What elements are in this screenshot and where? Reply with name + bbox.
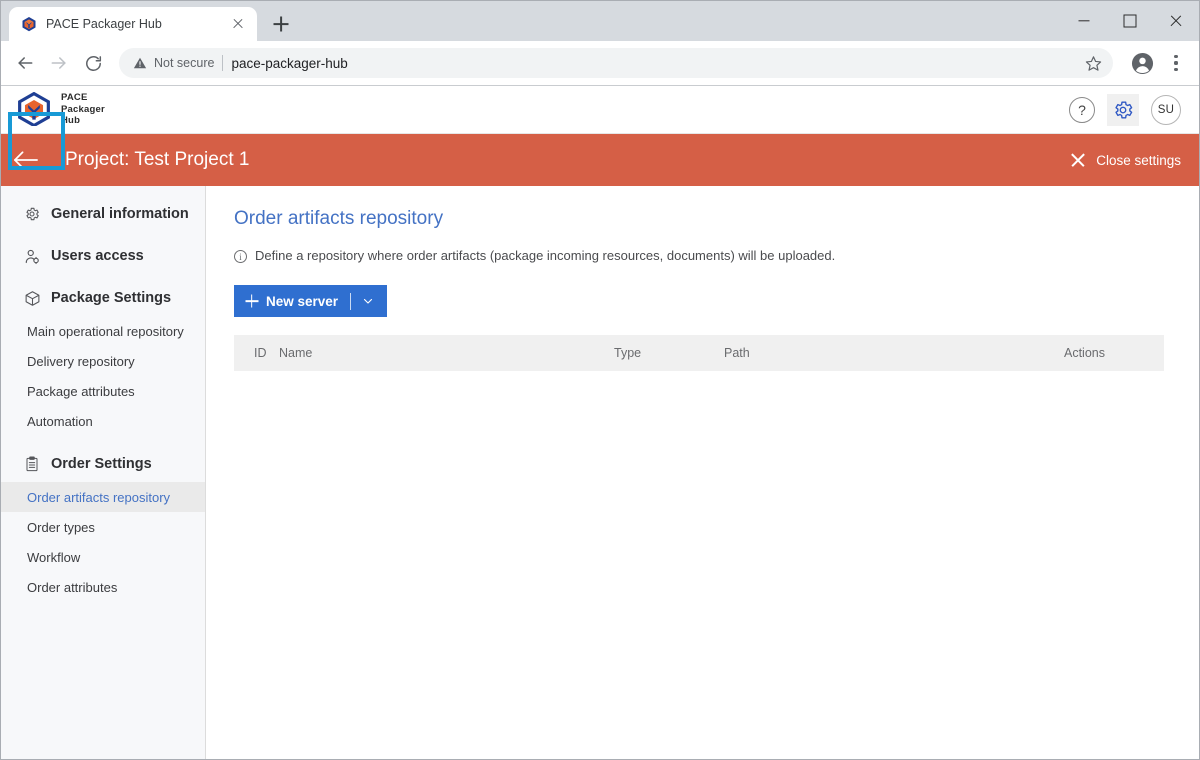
sidebar-group-label: Package Settings	[51, 290, 172, 306]
brand-line-2: Packager	[61, 103, 105, 115]
project-bar: Project: Test Project 1 Close settings	[1, 112, 1199, 186]
close-icon	[1070, 153, 1085, 168]
star-icon[interactable]	[1079, 49, 1107, 77]
security-status[interactable]: Not secure	[133, 56, 214, 70]
omnibox-divider	[222, 55, 224, 71]
clipboard-icon	[23, 455, 41, 473]
sidebar-item-label: Workflow	[27, 549, 81, 565]
plus-icon	[245, 295, 258, 308]
account-circle-icon[interactable]	[1127, 48, 1157, 78]
table-header-row: ID Name Type Path Actions	[234, 335, 1164, 371]
close-settings-button[interactable]: Close settings	[1070, 153, 1181, 168]
sidebar-item-label: Order attributes	[27, 579, 118, 595]
sidebar-group-label: Users access	[51, 248, 144, 264]
sidebar-item-users-access[interactable]: Users access	[1, 238, 205, 274]
warning-triangle-icon	[133, 56, 147, 70]
package-cube-icon	[23, 289, 41, 307]
sidebar-item-label: Order artifacts repository	[27, 489, 171, 505]
avatar[interactable]: SU	[1151, 94, 1181, 125]
back-to-project-button[interactable]	[1, 134, 49, 186]
sidebar-item-label: Order types	[27, 519, 95, 535]
new-tab-button[interactable]	[267, 10, 295, 38]
browser-reload-icon[interactable]	[77, 47, 109, 79]
new-server-label: New server	[266, 293, 339, 309]
servers-table: ID Name Type Path Actions	[234, 335, 1164, 372]
sidebar-item-workflow[interactable]: Workflow	[1, 542, 205, 572]
omnibox-actions	[1079, 49, 1107, 77]
brand-line-1: PACE	[61, 92, 88, 104]
brand-text: PACE Packager Hub	[61, 92, 105, 127]
minimize-icon[interactable]	[1061, 1, 1107, 41]
column-header-path: Path	[724, 346, 750, 360]
pace-cube-favicon-icon	[21, 16, 37, 32]
window-controls	[1061, 1, 1199, 41]
help-label: ?	[1078, 101, 1086, 118]
sidebar-group-label: Order Settings	[51, 456, 152, 472]
address-bar[interactable]: Not secure pace-packager-hub	[119, 48, 1113, 78]
main-content: Order artifacts repository i Define a re…	[206, 186, 1199, 759]
tab-title: PACE Packager Hub	[46, 17, 162, 31]
sidebar-item-order-types[interactable]: Order types	[1, 512, 205, 542]
browser-forward-icon[interactable]	[43, 47, 75, 79]
app-brand[interactable]: PACE Packager Hub	[17, 92, 105, 128]
content-title: Order artifacts repository	[234, 208, 444, 229]
close-settings-label: Close settings	[1096, 152, 1181, 168]
sidebar-item-label: Main operational repository	[27, 323, 184, 339]
sidebar-item-package-attributes[interactable]: Package attributes	[1, 376, 205, 406]
security-label: Not secure	[154, 56, 215, 70]
three-dot-menu-icon[interactable]	[1163, 48, 1189, 78]
settings-sidebar: General information Users access Package…	[1, 186, 206, 759]
brand-line-3: Hub	[61, 115, 81, 127]
sidebar-item-delivery-repository[interactable]: Delivery repository	[1, 346, 205, 376]
sidebar-item-order-attributes[interactable]: Order attributes	[1, 572, 205, 602]
browser-window: PACE Packager Hub Not secure pace-packag…	[0, 0, 1200, 760]
browser-toolbar: Not secure pace-packager-hub	[1, 41, 1199, 86]
button-divider	[350, 292, 352, 310]
body-split: General information Users access Package…	[1, 186, 1199, 759]
new-server-button[interactable]: New server	[234, 285, 388, 317]
hint-text: i Define a repository where order artifa…	[234, 248, 1159, 263]
gear-icon	[23, 205, 41, 223]
maximize-icon[interactable]	[1107, 1, 1153, 41]
column-header-name: Name	[279, 346, 313, 360]
window-close-icon[interactable]	[1153, 1, 1199, 41]
gear-icon[interactable]	[1107, 93, 1139, 126]
avatar-initials: SU	[1157, 103, 1175, 116]
sidebar-item-package-settings[interactable]: Package Settings	[1, 280, 205, 316]
page-viewport: PACE Packager Hub ? SU Project: Test Pro…	[1, 86, 1199, 759]
browser-tab[interactable]: PACE Packager Hub	[9, 7, 257, 41]
sidebar-item-label: Package attributes	[27, 383, 135, 399]
sidebar-item-order-artifacts-repository[interactable]: Order artifacts repository	[1, 482, 205, 512]
sidebar-item-label: Automation	[27, 413, 93, 429]
column-header-id: ID	[254, 346, 267, 360]
browser-back-icon[interactable]	[9, 47, 41, 79]
sidebar-item-order-settings[interactable]: Order Settings	[1, 446, 205, 482]
app-header-actions: ? SU	[1069, 93, 1181, 126]
column-header-actions: Actions	[1064, 346, 1105, 360]
app-header: PACE Packager Hub ? SU	[1, 86, 1199, 134]
sidebar-item-general-information[interactable]: General information	[1, 196, 205, 232]
tab-close-icon[interactable]	[229, 15, 247, 33]
sidebar-item-label: Delivery repository	[27, 353, 135, 369]
hint-label: Define a repository where order artifact…	[255, 248, 836, 263]
sidebar-item-main-operational-repository[interactable]: Main operational repository	[1, 316, 205, 346]
chevron-down-icon[interactable]	[361, 294, 375, 308]
sidebar-group-label: General information	[51, 206, 189, 222]
table-body	[234, 371, 1164, 372]
column-header-type: Type	[614, 346, 642, 360]
pace-cube-logo-icon	[17, 92, 51, 128]
url-text: pace-packager-hub	[231, 55, 348, 71]
user-access-icon	[23, 247, 41, 265]
help-icon[interactable]: ?	[1069, 96, 1095, 123]
tab-strip: PACE Packager Hub	[1, 1, 1199, 41]
info-icon: i	[234, 250, 247, 263]
page-title: Project: Test Project 1	[65, 149, 250, 170]
sidebar-item-automation[interactable]: Automation	[1, 406, 205, 436]
